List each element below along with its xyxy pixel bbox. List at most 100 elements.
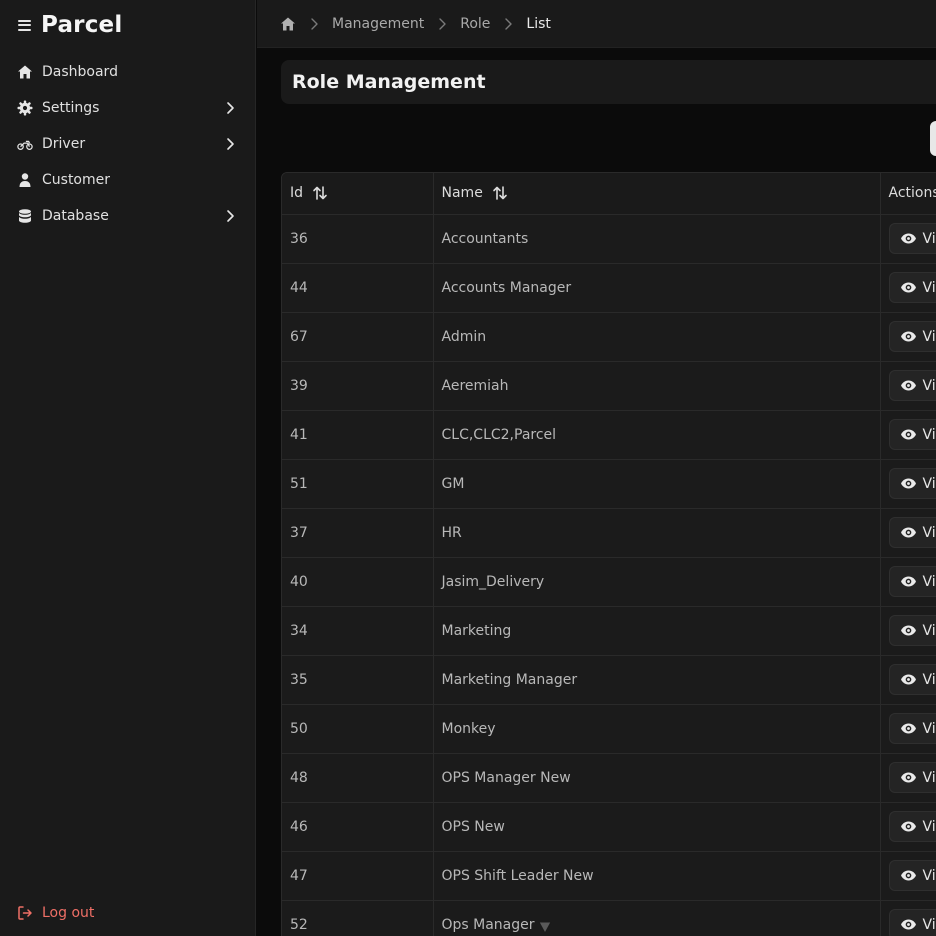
view-button[interactable]: View: [888, 615, 936, 646]
sidebar-item-label: Dashboard: [42, 64, 118, 80]
cell-actions: View: [879, 361, 936, 411]
eye-icon: [900, 671, 917, 688]
eye-icon: [900, 426, 917, 443]
view-button[interactable]: View: [888, 223, 936, 254]
cell-actions: View: [879, 214, 936, 264]
chevron-right-icon: [496, 16, 520, 32]
chevron-right-icon: [222, 100, 238, 116]
sort-icon[interactable]: [492, 185, 508, 201]
cell-id: 48: [282, 753, 433, 803]
eye-icon: [900, 867, 917, 884]
cell-actions: View: [879, 508, 936, 558]
chevron-right-icon: [222, 208, 238, 224]
cell-name: OPS Manager New: [432, 753, 880, 803]
brand: Parcel: [18, 10, 122, 40]
eye-icon: [900, 916, 917, 933]
view-button[interactable]: View: [888, 370, 936, 401]
table-row: 40Jasim_Delivery View: [282, 557, 936, 607]
cell-name: Admin: [432, 312, 880, 362]
view-button-label: View: [922, 377, 936, 394]
breadcrumb: Management Role List: [280, 16, 551, 32]
view-button[interactable]: View: [888, 517, 936, 548]
user-icon: [17, 172, 33, 188]
cell-id: 34: [282, 606, 433, 656]
column-header-label: Name: [441, 185, 483, 202]
cell-id: 40: [282, 557, 433, 607]
view-button-label: View: [922, 230, 936, 247]
cell-name: Aeremiah: [432, 361, 880, 411]
cell-name: Accounts Manager: [432, 263, 880, 313]
breadcrumb-item-management[interactable]: Management: [332, 16, 424, 32]
chevron-right-icon: [222, 136, 238, 152]
eye-icon: [900, 573, 917, 590]
cell-actions: View: [879, 606, 936, 656]
logout-icon: [17, 905, 33, 921]
view-button-label: View: [922, 622, 936, 639]
cell-name: Marketing: [432, 606, 880, 656]
table-row: 35Marketing Manager View: [282, 655, 936, 705]
view-button[interactable]: View: [888, 419, 936, 450]
sidebar-item-label: Settings: [42, 100, 100, 116]
view-button-label: View: [922, 867, 936, 884]
breadcrumb-item-role[interactable]: Role: [460, 16, 490, 32]
sidebar-nav: Dashboard Settings Driver Customer Datab…: [0, 54, 255, 234]
view-button[interactable]: View: [888, 664, 936, 695]
view-button-label: View: [922, 524, 936, 541]
view-button[interactable]: View: [888, 713, 936, 744]
sidebar-item-settings[interactable]: Settings: [0, 90, 255, 126]
view-button-label: View: [922, 475, 936, 492]
table-row: 47OPS Shift Leader New View: [282, 851, 936, 901]
table-row: 52Ops Manager View: [282, 900, 936, 936]
roles-table: Id Name Actions 36 Accountants Vi 44 Acc…: [281, 172, 936, 936]
view-button[interactable]: View: [888, 468, 936, 499]
breadcrumb-item-list: List: [526, 15, 551, 32]
cell-id: 51: [282, 459, 433, 509]
table-row: 48OPS Manager New View: [282, 753, 936, 803]
view-button[interactable]: View: [888, 272, 936, 303]
sidebar-item-customer[interactable]: Customer: [0, 162, 255, 198]
logout-label: Log out: [42, 905, 95, 921]
sidebar-item-driver[interactable]: Driver: [0, 126, 255, 162]
view-button-label: View: [922, 769, 936, 786]
sidebar-item-dashboard[interactable]: Dashboard: [0, 54, 255, 90]
view-button[interactable]: View: [888, 321, 936, 352]
logout-button[interactable]: Log out: [17, 900, 94, 926]
menu-toggle-icon[interactable]: [18, 19, 31, 31]
table-row: 44Accounts Manager View: [282, 263, 936, 313]
create-button[interactable]: [930, 121, 936, 156]
table-row: 34Marketing View: [282, 606, 936, 656]
eye-icon: [900, 377, 917, 394]
column-header-label: Actions: [888, 185, 936, 202]
cell-id: 39: [282, 361, 433, 411]
cell-actions: View: [879, 851, 936, 901]
eye-icon: [900, 230, 917, 247]
motorbike-icon: [17, 136, 33, 152]
cell-id: 52: [282, 900, 433, 936]
cell-actions: View: [879, 557, 936, 607]
view-button[interactable]: View: [888, 566, 936, 597]
sidebar: Parcel Dashboard Settings Driver Custome…: [0, 0, 256, 936]
table-row: 50Monkey View: [282, 704, 936, 754]
column-header-actions: Actions: [879, 173, 936, 215]
cell-name: OPS New: [432, 802, 880, 852]
sidebar-item-database[interactable]: Database: [0, 198, 255, 234]
sort-icon[interactable]: [312, 185, 328, 201]
cell-id: 37: [282, 508, 433, 558]
eye-icon: [900, 720, 917, 737]
sidebar-item-label: Driver: [42, 136, 86, 152]
view-button[interactable]: View: [888, 909, 936, 936]
breadcrumb-home[interactable]: [280, 16, 296, 32]
table-row: 36Accountants View: [282, 214, 936, 264]
view-button[interactable]: View: [888, 811, 936, 842]
cell-id: 41: [282, 410, 433, 460]
chevron-right-icon: [430, 16, 454, 32]
eye-icon: [900, 818, 917, 835]
view-button-label: View: [922, 720, 936, 737]
cell-id: 35: [282, 655, 433, 705]
eye-icon: [900, 769, 917, 786]
home-icon: [280, 16, 296, 32]
view-button[interactable]: View: [888, 762, 936, 793]
cell-name: OPS Shift Leader New: [432, 851, 880, 901]
view-button[interactable]: View: [888, 860, 936, 891]
eye-icon: [900, 622, 917, 639]
